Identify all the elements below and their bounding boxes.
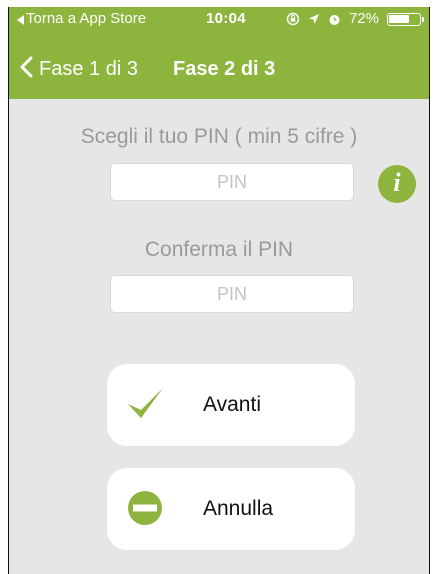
battery-level-fill (389, 14, 409, 23)
battery-icon (387, 12, 424, 26)
info-letter: i (393, 169, 401, 195)
minus-circle-icon (125, 488, 165, 528)
alarm-clock-icon (328, 13, 341, 26)
checkmark-icon (125, 384, 165, 424)
back-button-label: Fase 1 di 3 (39, 57, 138, 80)
cancel-button[interactable]: Annulla (107, 468, 355, 550)
info-button[interactable]: i (378, 165, 416, 203)
back-to-app-store-link[interactable]: Torna a App Store (17, 7, 146, 31)
battery-percentage: 72% (348, 10, 379, 27)
confirm-pin-label: Conferma il PIN (144, 238, 294, 261)
next-button[interactable]: Avanti (107, 364, 355, 446)
confirm-pin-input[interactable] (110, 275, 354, 313)
status-indicators: 72% (286, 7, 424, 31)
battery-tip (422, 16, 424, 22)
page-title: Fase 2 di 3 (173, 58, 276, 80)
cancel-button-label: Annulla (203, 497, 274, 520)
navigation-bar: Fase 1 di 3 Fase 2 di 3 (9, 49, 429, 89)
app-screen: Torna a App Store 10:04 72% Fase 1 di 3 … (8, 7, 430, 574)
pin-label: Scegli il tuo PIN ( min 5 cifre ) (80, 125, 358, 148)
chevron-left-icon (19, 56, 33, 83)
back-to-app-store-label: Torna a App Store (26, 10, 147, 27)
location-arrow-icon (308, 13, 320, 25)
back-triangle-icon (17, 14, 24, 25)
pin-input[interactable] (110, 163, 354, 201)
next-button-label: Avanti (203, 393, 261, 416)
rotation-lock-icon (286, 12, 300, 26)
header-bar: Torna a App Store 10:04 72% Fase 1 di 3 … (9, 7, 429, 99)
back-button[interactable]: Fase 1 di 3 (19, 49, 138, 89)
status-time: 10:04 (206, 10, 246, 27)
status-bar: Torna a App Store 10:04 72% (9, 7, 429, 31)
info-icon: i (387, 168, 407, 200)
